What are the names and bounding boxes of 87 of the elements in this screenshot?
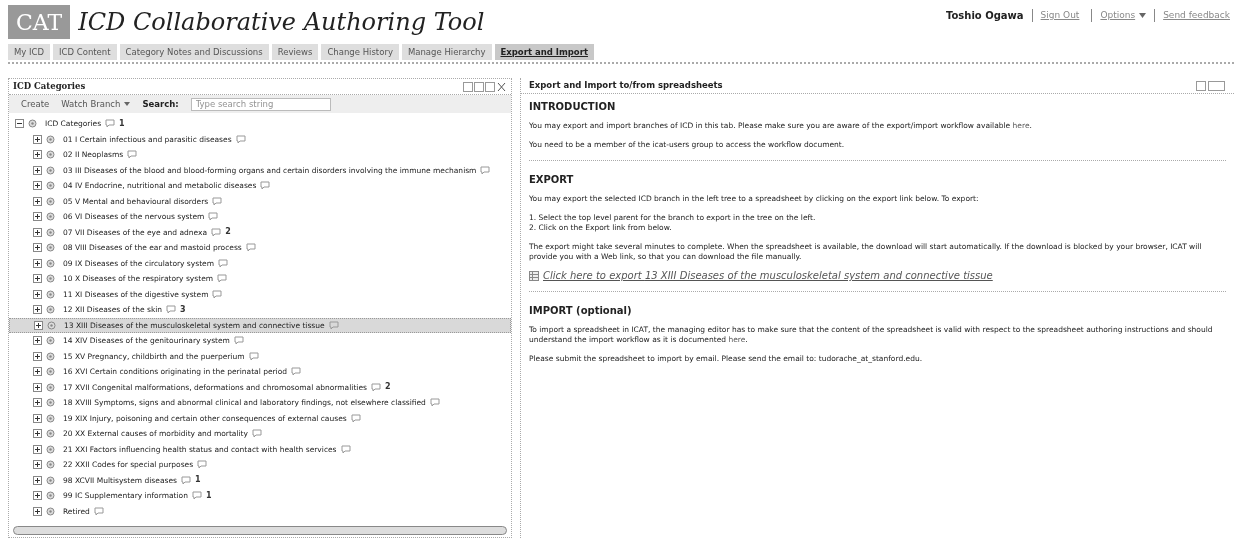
tab[interactable]: Export and Import [494,44,594,60]
note-icon [180,475,191,485]
note-icon [211,227,222,237]
note-icon [218,258,228,268]
note-count: 1 [119,117,125,130]
spreadsheet-icon [529,271,539,281]
note-icon [480,165,491,175]
create-button[interactable]: Create [21,97,50,111]
note-icon [208,212,219,222]
panel-title: ICD Categories [13,80,86,93]
expand-icon[interactable] [33,274,42,284]
expand-icon[interactable] [33,506,42,516]
note-icon [191,491,202,501]
expand-icon[interactable] [33,305,42,315]
panel-controls-icon[interactable] [1196,80,1226,91]
note-count: 1 [194,474,201,487]
expand-icon[interactable] [33,429,42,439]
expand-icon[interactable] [33,258,42,268]
expand-icon[interactable] [33,491,42,501]
expand-icon[interactable] [33,227,42,237]
dropdown-icon [124,102,131,106]
collapse-icon[interactable] [15,119,24,129]
expand-icon[interactable] [33,475,42,485]
export-link[interactable]: Click here to export 13 XIII Diseases of the musculoskeletal system and connective tissue [529,271,1226,281]
expand-icon[interactable] [33,413,42,423]
note-count: 2 [384,381,391,394]
note-icon [197,460,208,470]
note-count: 3 [180,303,186,316]
expand-icon[interactable] [33,165,42,175]
note-count: 1 [205,489,212,502]
note-icon [217,274,228,284]
expand-icon[interactable] [33,243,42,253]
section-heading: IMPORT (optional) [529,306,633,316]
note-icon [127,150,138,160]
note-icon [328,320,339,330]
expand-icon[interactable] [33,398,42,408]
expand-icon[interactable] [34,320,43,330]
watch-branch-button[interactable]: Watch Branch [61,97,131,111]
user-name: Toshio Ogawa [945,9,1024,23]
section-heading: INTRODUCTION [529,102,617,112]
note-icon [212,196,223,206]
tab[interactable]: Category Notes and Discussions [119,44,269,60]
note-icon [350,413,361,423]
note-icon [235,134,246,144]
tab[interactable]: ICD Content [53,44,117,60]
panel-title: Export and Import to/from spreadsheets [529,79,723,92]
logo: CAT [8,5,71,39]
expand-icon[interactable] [33,351,42,361]
expand-icon[interactable] [33,382,42,392]
note-icon [429,398,440,408]
note-count: 2 [225,226,231,239]
note-icon [212,289,223,299]
expand-icon[interactable] [33,150,42,160]
note-icon [370,382,381,392]
app-title: ICD Collaborative Authoring Tool [78,7,485,38]
note-icon [245,243,256,253]
expand-icon[interactable] [33,196,42,206]
search-label: Search: [142,97,179,111]
dropdown-icon[interactable] [1139,13,1147,18]
expand-icon[interactable] [33,181,42,191]
note-icon [260,181,271,191]
note-icon [248,351,259,361]
note-icon [252,429,262,439]
note-icon [233,336,244,346]
note-icon [340,444,351,454]
section-heading: EXPORT [529,175,575,185]
panel-controls-icon[interactable] [463,81,507,92]
expand-icon[interactable] [33,134,42,144]
header-link[interactable]: Sign Out [1040,8,1080,23]
tab[interactable]: Reviews [271,44,319,60]
expand-icon[interactable] [33,460,42,470]
header-link[interactable]: Options [1100,8,1136,23]
tab[interactable]: Change History [321,44,399,60]
tab[interactable]: My ICD [8,44,51,60]
header-link[interactable]: Send feedback [1163,8,1230,23]
note-icon [166,305,177,315]
expand-icon[interactable] [33,212,42,222]
note-icon [291,367,302,377]
expand-icon[interactable] [33,336,42,346]
expand-icon[interactable] [33,367,42,377]
expand-icon[interactable] [33,444,42,454]
note-icon [93,506,104,516]
horizontal-scrollbar[interactable] [13,526,507,535]
note-icon [105,119,116,129]
tab[interactable]: Manage Hierarchy [401,44,492,60]
expand-icon[interactable] [33,289,42,299]
search-field[interactable]: Type search string [190,97,331,111]
